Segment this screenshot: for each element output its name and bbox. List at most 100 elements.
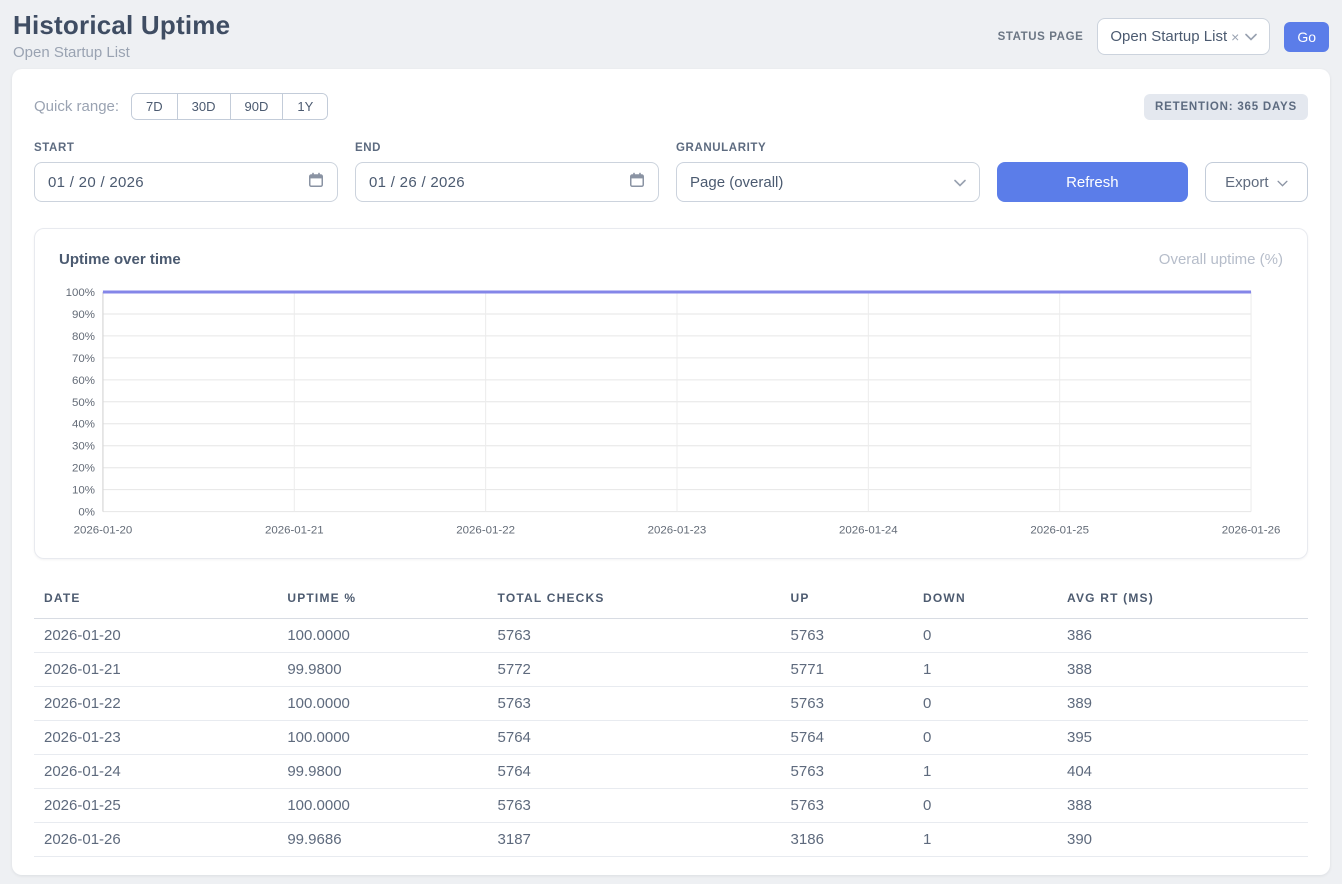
table-cell: 3187 (488, 822, 781, 856)
chevron-down-icon (1245, 28, 1257, 46)
granularity-label: GRANULARITY (676, 142, 980, 154)
table-cell: 100.0000 (277, 686, 487, 720)
table-cell: 5764 (781, 720, 913, 754)
table-cell: 5772 (488, 652, 781, 686)
start-label: START (34, 142, 338, 154)
table-cell: 1 (913, 822, 1057, 856)
table-cell: 2026-01-26 (34, 822, 277, 856)
end-date-field: END 01 / 26 / 2026 (355, 142, 659, 202)
quick-range-90d[interactable]: 90D (230, 94, 283, 119)
table-cell: 389 (1057, 686, 1308, 720)
table-cell: 0 (913, 618, 1057, 652)
granularity-select[interactable]: Page (overall) (676, 162, 980, 202)
chart-title: Uptime over time (59, 251, 181, 268)
column-header: TOTAL CHECKS (488, 585, 781, 619)
table-cell: 2026-01-21 (34, 652, 277, 686)
table-cell: 2026-01-24 (34, 754, 277, 788)
table-cell: 5764 (488, 754, 781, 788)
table-cell: 404 (1057, 754, 1308, 788)
table-cell: 5763 (781, 788, 913, 822)
page-subtitle: Open Startup List (13, 44, 230, 61)
granularity-value: Page (overall) (690, 174, 783, 191)
status-page-select[interactable]: Open Startup List × (1097, 18, 1270, 55)
svg-text:40%: 40% (72, 419, 95, 431)
clear-icon[interactable]: × (1231, 29, 1239, 45)
chevron-down-icon (1277, 174, 1288, 191)
table-cell: 5763 (488, 788, 781, 822)
column-header: AVG RT (MS) (1057, 585, 1308, 619)
start-date-input[interactable]: 01 / 20 / 2026 (34, 162, 338, 202)
table-row: 2026-01-25100.0000576357630388 (34, 788, 1308, 822)
calendar-icon[interactable] (629, 172, 645, 192)
end-date-value: 01 / 26 / 2026 (369, 174, 465, 191)
granularity-field: GRANULARITY Page (overall) (676, 142, 980, 202)
svg-text:2026-01-24: 2026-01-24 (839, 525, 898, 537)
svg-text:2026-01-22: 2026-01-22 (456, 525, 515, 537)
quick-range-1y[interactable]: 1Y (282, 94, 327, 119)
svg-text:10%: 10% (72, 485, 95, 497)
svg-text:30%: 30% (72, 441, 95, 453)
export-button[interactable]: Export (1205, 162, 1308, 202)
chevron-down-icon (954, 174, 966, 191)
svg-text:70%: 70% (72, 353, 95, 365)
end-date-input[interactable]: 01 / 26 / 2026 (355, 162, 659, 202)
chart-area: 0%10%20%30%40%50%60%70%80%90%100%2026-01… (59, 284, 1283, 542)
start-date-value: 01 / 20 / 2026 (48, 174, 144, 191)
table-cell: 5764 (488, 720, 781, 754)
quick-range-30d[interactable]: 30D (177, 94, 230, 119)
svg-text:100%: 100% (66, 287, 95, 299)
uptime-table-body: 2026-01-20100.00005763576303862026-01-21… (34, 618, 1308, 856)
table-cell: 0 (913, 686, 1057, 720)
table-cell: 2026-01-25 (34, 788, 277, 822)
table-row: 2026-01-2699.9686318731861390 (34, 822, 1308, 856)
retention-badge: RETENTION: 365 DAYS (1144, 94, 1308, 120)
status-page-value: Open Startup List (1110, 28, 1227, 45)
svg-text:2026-01-25: 2026-01-25 (1030, 525, 1089, 537)
table-cell: 100.0000 (277, 618, 487, 652)
quick-range-label: Quick range: (34, 98, 119, 115)
filters-row: START 01 / 20 / 2026 END 01 / 26 / 2026 … (34, 142, 1308, 202)
table-row: 2026-01-2199.9800577257711388 (34, 652, 1308, 686)
end-label: END (355, 142, 659, 154)
start-date-field: START 01 / 20 / 2026 (34, 142, 338, 202)
calendar-icon[interactable] (308, 172, 324, 192)
export-label: Export (1225, 174, 1268, 191)
table-cell: 5763 (488, 618, 781, 652)
table-cell: 386 (1057, 618, 1308, 652)
page-title: Historical Uptime (13, 10, 230, 41)
table-cell: 388 (1057, 788, 1308, 822)
svg-text:2026-01-26: 2026-01-26 (1222, 525, 1281, 537)
svg-text:2026-01-23: 2026-01-23 (648, 525, 707, 537)
quick-range-7d[interactable]: 7D (132, 94, 177, 119)
chart-header: Uptime over time Overall uptime (%) (59, 251, 1283, 268)
column-header: DATE (34, 585, 277, 619)
table-cell: 100.0000 (277, 788, 487, 822)
title-block: Historical Uptime Open Startup List (13, 10, 230, 61)
table-cell: 2026-01-23 (34, 720, 277, 754)
table-cell: 390 (1057, 822, 1308, 856)
column-header: UP (781, 585, 913, 619)
quick-range-group: 7D 30D 90D 1Y (131, 93, 328, 120)
svg-text:50%: 50% (72, 397, 95, 409)
svg-text:20%: 20% (72, 463, 95, 475)
uptime-table: DATEUPTIME %TOTAL CHECKSUPDOWNAVG RT (MS… (34, 585, 1308, 857)
table-cell: 99.9686 (277, 822, 487, 856)
table-row: 2026-01-23100.0000576457640395 (34, 720, 1308, 754)
table-row: 2026-01-22100.0000576357630389 (34, 686, 1308, 720)
table-cell: 0 (913, 788, 1057, 822)
column-header: UPTIME % (277, 585, 487, 619)
table-cell: 395 (1057, 720, 1308, 754)
table-cell: 100.0000 (277, 720, 487, 754)
table-cell: 5763 (781, 618, 913, 652)
column-header: DOWN (913, 585, 1057, 619)
table-cell: 5763 (781, 754, 913, 788)
refresh-button[interactable]: Refresh (997, 162, 1188, 202)
go-button[interactable]: Go (1284, 22, 1329, 52)
table-row: 2026-01-2499.9800576457631404 (34, 754, 1308, 788)
table-cell: 5763 (488, 686, 781, 720)
svg-text:60%: 60% (72, 375, 95, 387)
table-cell: 99.9800 (277, 754, 487, 788)
toolbar-row: Quick range: 7D 30D 90D 1Y RETENTION: 36… (34, 93, 1308, 120)
chart-legend: Overall uptime (%) (1159, 251, 1283, 268)
main-card: Quick range: 7D 30D 90D 1Y RETENTION: 36… (12, 69, 1330, 875)
